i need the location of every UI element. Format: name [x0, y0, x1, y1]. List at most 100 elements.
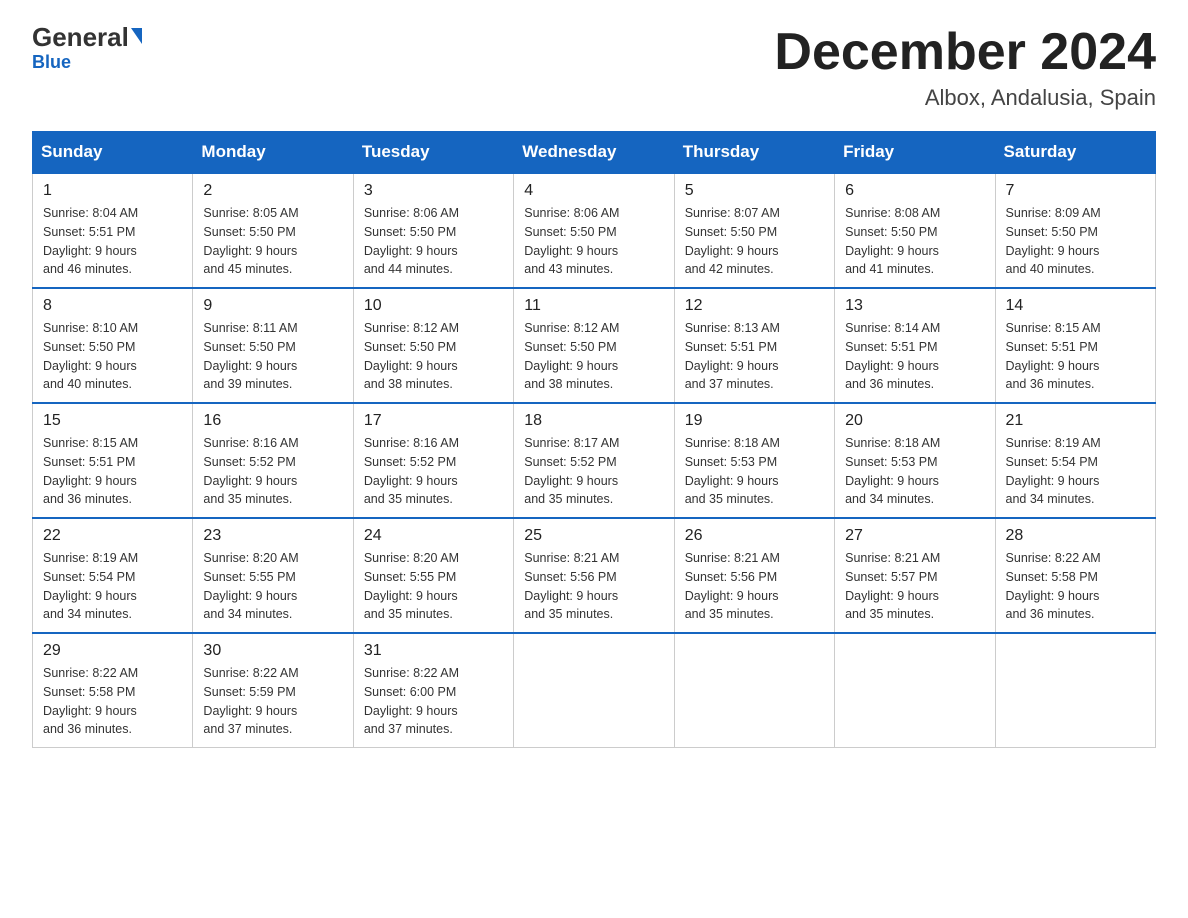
day-info: Sunrise: 8:09 AM Sunset: 5:50 PM Dayligh…: [1006, 204, 1145, 279]
logo-blue: Blue: [32, 52, 71, 73]
day-number: 6: [845, 182, 984, 200]
calendar-cell: 4 Sunrise: 8:06 AM Sunset: 5:50 PM Dayli…: [514, 173, 674, 288]
day-number: 13: [845, 297, 984, 315]
calendar-week-row: 1 Sunrise: 8:04 AM Sunset: 5:51 PM Dayli…: [33, 173, 1156, 288]
calendar-cell: 22 Sunrise: 8:19 AM Sunset: 5:54 PM Dayl…: [33, 518, 193, 633]
calendar-table: Sunday Monday Tuesday Wednesday Thursday…: [32, 131, 1156, 748]
calendar-cell: 14 Sunrise: 8:15 AM Sunset: 5:51 PM Dayl…: [995, 288, 1155, 403]
calendar-cell: 19 Sunrise: 8:18 AM Sunset: 5:53 PM Dayl…: [674, 403, 834, 518]
day-info: Sunrise: 8:08 AM Sunset: 5:50 PM Dayligh…: [845, 204, 984, 279]
header-thursday: Thursday: [674, 132, 834, 174]
day-number: 8: [43, 297, 182, 315]
day-number: 27: [845, 527, 984, 545]
day-info: Sunrise: 8:11 AM Sunset: 5:50 PM Dayligh…: [203, 319, 342, 394]
calendar-cell: 1 Sunrise: 8:04 AM Sunset: 5:51 PM Dayli…: [33, 173, 193, 288]
day-info: Sunrise: 8:22 AM Sunset: 6:00 PM Dayligh…: [364, 664, 503, 739]
day-info: Sunrise: 8:20 AM Sunset: 5:55 PM Dayligh…: [203, 549, 342, 624]
day-number: 11: [524, 297, 663, 315]
day-info: Sunrise: 8:22 AM Sunset: 5:59 PM Dayligh…: [203, 664, 342, 739]
calendar-week-row: 15 Sunrise: 8:15 AM Sunset: 5:51 PM Dayl…: [33, 403, 1156, 518]
day-info: Sunrise: 8:07 AM Sunset: 5:50 PM Dayligh…: [685, 204, 824, 279]
page-header: General Blue December 2024 Albox, Andalu…: [32, 24, 1156, 111]
calendar-cell: 13 Sunrise: 8:14 AM Sunset: 5:51 PM Dayl…: [835, 288, 995, 403]
calendar-cell: 3 Sunrise: 8:06 AM Sunset: 5:50 PM Dayli…: [353, 173, 513, 288]
calendar-cell: 2 Sunrise: 8:05 AM Sunset: 5:50 PM Dayli…: [193, 173, 353, 288]
day-info: Sunrise: 8:18 AM Sunset: 5:53 PM Dayligh…: [845, 434, 984, 509]
day-info: Sunrise: 8:22 AM Sunset: 5:58 PM Dayligh…: [1006, 549, 1145, 624]
header-monday: Monday: [193, 132, 353, 174]
header-saturday: Saturday: [995, 132, 1155, 174]
calendar-cell: [514, 633, 674, 748]
calendar-cell: 12 Sunrise: 8:13 AM Sunset: 5:51 PM Dayl…: [674, 288, 834, 403]
day-info: Sunrise: 8:06 AM Sunset: 5:50 PM Dayligh…: [524, 204, 663, 279]
day-number: 15: [43, 412, 182, 430]
weekday-header-row: Sunday Monday Tuesday Wednesday Thursday…: [33, 132, 1156, 174]
day-number: 25: [524, 527, 663, 545]
day-info: Sunrise: 8:12 AM Sunset: 5:50 PM Dayligh…: [364, 319, 503, 394]
calendar-cell: 25 Sunrise: 8:21 AM Sunset: 5:56 PM Dayl…: [514, 518, 674, 633]
day-info: Sunrise: 8:05 AM Sunset: 5:50 PM Dayligh…: [203, 204, 342, 279]
calendar-cell: 30 Sunrise: 8:22 AM Sunset: 5:59 PM Dayl…: [193, 633, 353, 748]
calendar-cell: 15 Sunrise: 8:15 AM Sunset: 5:51 PM Dayl…: [33, 403, 193, 518]
day-number: 29: [43, 642, 182, 660]
day-info: Sunrise: 8:13 AM Sunset: 5:51 PM Dayligh…: [685, 319, 824, 394]
day-info: Sunrise: 8:21 AM Sunset: 5:56 PM Dayligh…: [685, 549, 824, 624]
calendar-cell: 17 Sunrise: 8:16 AM Sunset: 5:52 PM Dayl…: [353, 403, 513, 518]
calendar-cell: 18 Sunrise: 8:17 AM Sunset: 5:52 PM Dayl…: [514, 403, 674, 518]
day-number: 5: [685, 182, 824, 200]
day-info: Sunrise: 8:14 AM Sunset: 5:51 PM Dayligh…: [845, 319, 984, 394]
day-number: 14: [1006, 297, 1145, 315]
day-number: 12: [685, 297, 824, 315]
day-info: Sunrise: 8:17 AM Sunset: 5:52 PM Dayligh…: [524, 434, 663, 509]
day-info: Sunrise: 8:22 AM Sunset: 5:58 PM Dayligh…: [43, 664, 182, 739]
calendar-cell: 8 Sunrise: 8:10 AM Sunset: 5:50 PM Dayli…: [33, 288, 193, 403]
day-info: Sunrise: 8:15 AM Sunset: 5:51 PM Dayligh…: [43, 434, 182, 509]
calendar-cell: 23 Sunrise: 8:20 AM Sunset: 5:55 PM Dayl…: [193, 518, 353, 633]
calendar-cell: [995, 633, 1155, 748]
header-sunday: Sunday: [33, 132, 193, 174]
calendar-cell: [835, 633, 995, 748]
day-info: Sunrise: 8:10 AM Sunset: 5:50 PM Dayligh…: [43, 319, 182, 394]
day-number: 26: [685, 527, 824, 545]
day-number: 18: [524, 412, 663, 430]
header-tuesday: Tuesday: [353, 132, 513, 174]
calendar-week-row: 22 Sunrise: 8:19 AM Sunset: 5:54 PM Dayl…: [33, 518, 1156, 633]
day-info: Sunrise: 8:16 AM Sunset: 5:52 PM Dayligh…: [203, 434, 342, 509]
title-area: December 2024 Albox, Andalusia, Spain: [774, 24, 1156, 111]
calendar-cell: 11 Sunrise: 8:12 AM Sunset: 5:50 PM Dayl…: [514, 288, 674, 403]
calendar-cell: 6 Sunrise: 8:08 AM Sunset: 5:50 PM Dayli…: [835, 173, 995, 288]
logo-general: General: [32, 24, 142, 50]
calendar-cell: 21 Sunrise: 8:19 AM Sunset: 5:54 PM Dayl…: [995, 403, 1155, 518]
calendar-cell: 16 Sunrise: 8:16 AM Sunset: 5:52 PM Dayl…: [193, 403, 353, 518]
calendar-cell: 31 Sunrise: 8:22 AM Sunset: 6:00 PM Dayl…: [353, 633, 513, 748]
calendar-week-row: 8 Sunrise: 8:10 AM Sunset: 5:50 PM Dayli…: [33, 288, 1156, 403]
day-number: 3: [364, 182, 503, 200]
calendar-week-row: 29 Sunrise: 8:22 AM Sunset: 5:58 PM Dayl…: [33, 633, 1156, 748]
day-info: Sunrise: 8:21 AM Sunset: 5:56 PM Dayligh…: [524, 549, 663, 624]
day-number: 10: [364, 297, 503, 315]
calendar-cell: 29 Sunrise: 8:22 AM Sunset: 5:58 PM Dayl…: [33, 633, 193, 748]
calendar-cell: 9 Sunrise: 8:11 AM Sunset: 5:50 PM Dayli…: [193, 288, 353, 403]
day-info: Sunrise: 8:18 AM Sunset: 5:53 PM Dayligh…: [685, 434, 824, 509]
day-number: 24: [364, 527, 503, 545]
day-number: 31: [364, 642, 503, 660]
calendar-cell: 20 Sunrise: 8:18 AM Sunset: 5:53 PM Dayl…: [835, 403, 995, 518]
day-number: 30: [203, 642, 342, 660]
calendar-cell: 10 Sunrise: 8:12 AM Sunset: 5:50 PM Dayl…: [353, 288, 513, 403]
day-number: 19: [685, 412, 824, 430]
header-wednesday: Wednesday: [514, 132, 674, 174]
header-friday: Friday: [835, 132, 995, 174]
calendar-cell: 28 Sunrise: 8:22 AM Sunset: 5:58 PM Dayl…: [995, 518, 1155, 633]
day-number: 20: [845, 412, 984, 430]
day-number: 23: [203, 527, 342, 545]
logo: General Blue: [32, 24, 142, 73]
calendar-cell: 5 Sunrise: 8:07 AM Sunset: 5:50 PM Dayli…: [674, 173, 834, 288]
calendar-cell: 26 Sunrise: 8:21 AM Sunset: 5:56 PM Dayl…: [674, 518, 834, 633]
day-number: 21: [1006, 412, 1145, 430]
day-number: 7: [1006, 182, 1145, 200]
day-info: Sunrise: 8:19 AM Sunset: 5:54 PM Dayligh…: [43, 549, 182, 624]
day-number: 17: [364, 412, 503, 430]
location-title: Albox, Andalusia, Spain: [774, 85, 1156, 111]
month-title: December 2024: [774, 24, 1156, 81]
calendar-cell: 24 Sunrise: 8:20 AM Sunset: 5:55 PM Dayl…: [353, 518, 513, 633]
